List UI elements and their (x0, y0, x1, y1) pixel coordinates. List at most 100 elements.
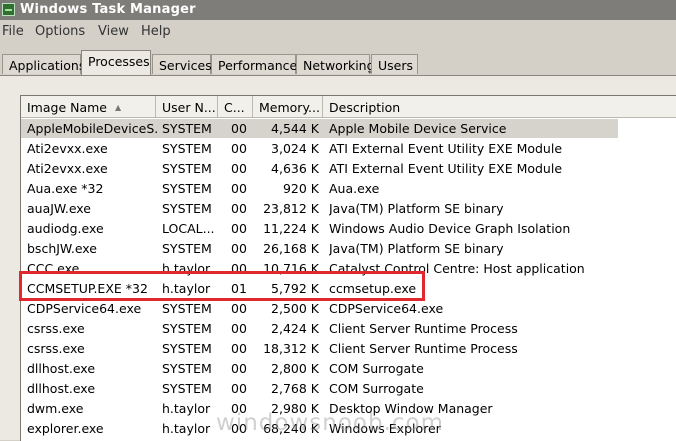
memory-cell: 2,424 K (271, 321, 319, 336)
table-row[interactable]: CCMSETUP.EXE *32 h.taylor 01 5,792 K ccmsetu… (21, 278, 676, 298)
user-name-cell: h.taylor (162, 281, 211, 296)
description-cell: ATI External Event Utility EXE Module (329, 161, 563, 176)
image-name-cell: CDPService64.exe (27, 301, 142, 316)
memory-cell: 5,792 K (271, 281, 319, 296)
column-label: C... (224, 100, 245, 115)
user-name-cell: h.taylor (162, 401, 211, 416)
table-row[interactable]: AppleMobileDeviceS... SYSTEM 00 4,544 K Appl… (21, 118, 676, 138)
table-row[interactable]: Ati2evxx.exe SYSTEM 00 4,636 K ATI External … (21, 158, 676, 178)
table-row[interactable]: explorer.exe h.taylor 00 68,240 K Windows Ex… (21, 418, 676, 438)
tab-performance[interactable]: Performance (211, 54, 297, 74)
table-row[interactable]: csrss.exe SYSTEM 00 2,424 K Client Server Ru… (21, 318, 676, 338)
image-name-cell: auaJW.exe (27, 201, 92, 216)
image-name-cell: audiodg.exe (27, 221, 104, 236)
memory-cell: 10,716 K (263, 261, 319, 276)
memory-cell: 920 K (282, 181, 319, 196)
table-row[interactable]: dllhost.exe SYSTEM 00 2,768 K COM Surrogate (21, 378, 676, 398)
sort-ascending-icon: ▲ (115, 103, 122, 112)
memory-cell: 2,500 K (271, 301, 319, 316)
description-cell: ccmsetup.exe (329, 281, 417, 296)
description-cell: COM Surrogate (329, 361, 424, 376)
table-row[interactable]: auaJW.exe SYSTEM 00 23,812 K Java(TM) Platfo… (21, 198, 676, 218)
user-name-cell: SYSTEM (162, 381, 212, 396)
image-name-cell: bschJW.exe (27, 241, 98, 256)
cpu-cell: 00 (231, 421, 247, 436)
user-name-cell: SYSTEM (162, 201, 212, 216)
column-memory[interactable]: Memory... (253, 96, 323, 117)
tab-users[interactable]: Users (371, 54, 418, 74)
window-title: Windows Task Manager (20, 2, 196, 17)
column-label: Image Name (27, 100, 107, 115)
tab-applications[interactable]: Applications (2, 54, 85, 74)
user-name-cell: h.taylor (162, 261, 211, 276)
cpu-cell: 00 (231, 361, 247, 376)
column-header: Image Name ▲ User N... C... Memory... Des… (21, 96, 676, 118)
description-cell: Windows Explorer (329, 421, 441, 436)
image-name-cell: csrss.exe (27, 341, 85, 356)
description-cell: CDPService64.exe (329, 301, 444, 316)
description-cell: Catalyst Control Centre: Host applicatio… (329, 261, 585, 276)
table-row[interactable]: CCC.exe h.taylor 00 10,716 K Catalyst Contro… (21, 258, 676, 278)
description-cell: Client Server Runtime Process (329, 321, 518, 336)
user-name-cell: SYSTEM (162, 121, 212, 136)
process-list[interactable]: Image Name ▲ User N... C... Memory... Des… (20, 95, 676, 441)
memory-cell: 11,224 K (263, 221, 319, 236)
description-cell: Client Server Runtime Process (329, 341, 518, 356)
cpu-cell: 00 (231, 261, 247, 276)
table-row[interactable]: audiodg.exe LOCAL... 00 11,224 K Windows Aud… (21, 218, 676, 238)
menu-options[interactable]: Options (35, 24, 85, 39)
column-cpu[interactable]: C... (218, 96, 253, 117)
cpu-cell: 00 (231, 401, 247, 416)
menu-file[interactable]: File (2, 24, 24, 39)
user-name-cell: SYSTEM (162, 361, 212, 376)
description-cell: Java(TM) Platform SE binary (329, 201, 504, 216)
menu-view[interactable]: View (98, 24, 129, 39)
cpu-cell: 00 (231, 161, 247, 176)
image-name-cell: Ati2evxx.exe (27, 141, 108, 156)
table-row[interactable]: dllhost.exe SYSTEM 00 2,800 K COM Surrogate (21, 358, 676, 378)
table-row[interactable]: csrss.exe SYSTEM 00 18,312 K Client Server R… (21, 338, 676, 358)
cpu-cell: 00 (231, 141, 247, 156)
user-name-cell: SYSTEM (162, 141, 212, 156)
memory-cell: 2,980 K (271, 401, 319, 416)
memory-cell: 68,240 K (263, 421, 319, 436)
user-name-cell: SYSTEM (162, 241, 212, 256)
description-cell: COM Surrogate (329, 381, 424, 396)
task-manager-icon (2, 3, 15, 16)
image-name-cell: CCC.exe (27, 261, 80, 276)
cpu-cell: 00 (231, 381, 247, 396)
image-name-cell: CCMSETUP.EXE *32 (27, 281, 148, 296)
description-cell: Aua.exe (329, 181, 380, 196)
menu-help[interactable]: Help (141, 24, 171, 39)
memory-cell: 2,800 K (271, 361, 319, 376)
table-row[interactable]: dwm.exe h.taylor 00 2,980 K Desktop Window M… (21, 398, 676, 418)
title-bar[interactable]: Windows Task Manager (0, 0, 676, 20)
tab-services[interactable]: Services (152, 54, 212, 74)
cpu-cell: 00 (231, 341, 247, 356)
column-image-name[interactable]: Image Name ▲ (21, 96, 156, 117)
tab-networking[interactable]: Networking (296, 54, 375, 74)
cpu-cell: 01 (231, 281, 247, 296)
cpu-cell: 00 (231, 241, 247, 256)
description-cell: Windows Audio Device Graph Isolation (329, 221, 571, 236)
column-description[interactable]: Description (323, 96, 676, 117)
image-name-cell: Ati2evxx.exe (27, 161, 108, 176)
tab-strip: Applications Processes Services Performa… (0, 48, 676, 76)
description-cell: Apple Mobile Device Service (329, 121, 507, 136)
cpu-cell: 00 (231, 201, 247, 216)
column-label: Description (329, 100, 401, 115)
cpu-cell: 00 (231, 321, 247, 336)
tab-processes[interactable]: Processes (81, 50, 151, 75)
table-row[interactable]: CDPService64.exe SYSTEM 00 2,500 K CDPServic… (21, 298, 676, 318)
table-row[interactable]: bschJW.exe SYSTEM 00 26,168 K Java(TM) Platf… (21, 238, 676, 258)
memory-cell: 4,544 K (271, 121, 319, 136)
column-user-name[interactable]: User N... (156, 96, 218, 117)
cpu-cell: 00 (231, 181, 247, 196)
table-row[interactable]: Ati2evxx.exe SYSTEM 00 3,024 K ATI External … (21, 138, 676, 158)
description-cell: Desktop Window Manager (329, 401, 493, 416)
memory-cell: 18,312 K (263, 341, 319, 356)
memory-cell: 2,768 K (271, 381, 319, 396)
table-row[interactable]: Aua.exe *32 SYSTEM 00 920 K Aua.exe (21, 178, 676, 198)
image-name-cell: dwm.exe (27, 401, 84, 416)
column-label: Memory... (259, 100, 320, 115)
